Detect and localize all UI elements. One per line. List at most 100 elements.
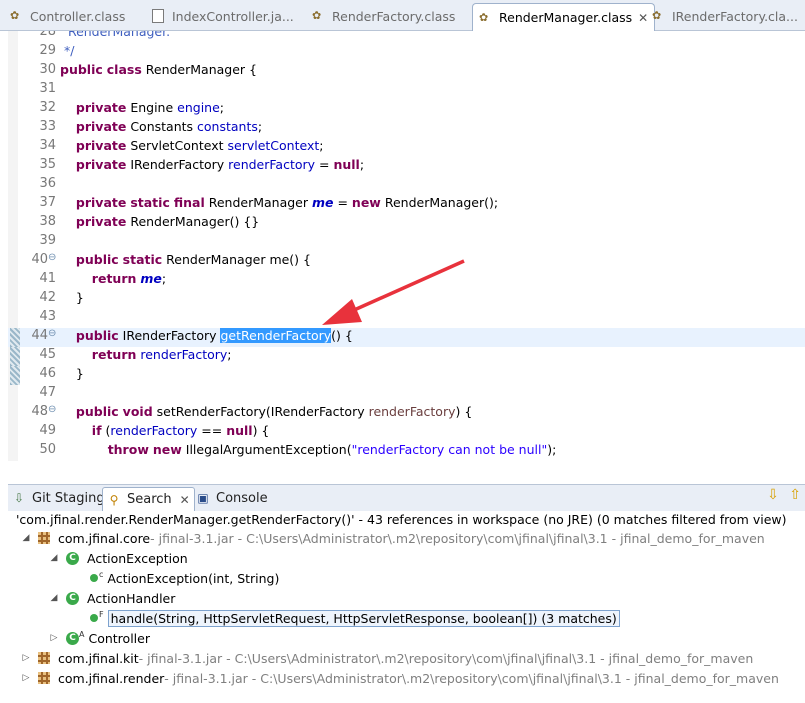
code-line[interactable]: 34 private ServletContext servletContext…	[8, 138, 805, 157]
code-line[interactable]: 48 ⊖ public void setRenderFactory(IRender…	[8, 404, 805, 423]
code-line[interactable]: 38 private RenderManager() {}	[8, 214, 805, 233]
tab-rendermanager-class[interactable]: ✿ RenderManager.class ✕	[472, 3, 656, 31]
code-line[interactable]: 41 return me;	[8, 271, 805, 290]
search-summary: 'com.jfinal.render.RenderManager.getRend…	[16, 512, 787, 527]
package-row[interactable]: ▷ com.jfinal.render - jfinal-3.1.jar - C:…	[20, 668, 779, 688]
next-match-icon[interactable]: ⇩	[767, 487, 779, 503]
tab-label: RenderFactory.class	[332, 8, 456, 24]
fold-icon[interactable]: ⊖	[48, 252, 56, 263]
line-number: 37	[39, 195, 56, 210]
code-line[interactable]: 35 private IRenderFactory renderFactory …	[8, 157, 805, 176]
line-number: 38	[39, 214, 56, 229]
line-number: 48	[31, 404, 48, 419]
line-number: 41	[39, 271, 56, 286]
line-number: 28	[39, 31, 56, 39]
line-number: 47	[39, 385, 56, 400]
class-icon: C	[66, 631, 79, 645]
editor-tab-bar: ✿ Controller.class IndexController.ja...…	[0, 0, 805, 31]
line-number: 31	[39, 81, 56, 96]
tab-console[interactable]: ▣ Console	[196, 487, 268, 509]
tab-controller-class[interactable]: ✿ Controller.class	[10, 3, 125, 29]
method-icon	[90, 614, 98, 622]
line-number: 39	[39, 233, 56, 248]
code-text: }	[60, 366, 84, 381]
tab-indexcontroller-java[interactable]: IndexController.ja...	[152, 3, 294, 29]
tree-item-label: ActionException(int, String)	[107, 570, 280, 586]
package-row[interactable]: ◢ com.jfinal.core - jfinal-3.1.jar - C:\U…	[20, 528, 765, 548]
view-tab-label: Console	[216, 490, 268, 506]
java-file-icon	[152, 9, 166, 23]
tree-item-label: ActionHandler	[87, 590, 176, 606]
class-row[interactable]: ◢ C ActionException	[48, 548, 188, 568]
modifier-marker: A	[79, 629, 85, 639]
class-file-icon: ✿	[312, 9, 322, 22]
tab-renderfactory-class[interactable]: ✿ RenderFactory.class	[312, 3, 455, 29]
console-icon: ▣	[197, 491, 209, 505]
tree-item-label: ActionException	[87, 550, 188, 566]
method-row[interactable]: c ActionException(int, String)	[90, 568, 279, 588]
code-line[interactable]: 37 private static final RenderManager me…	[8, 195, 805, 214]
package-icon	[38, 652, 50, 664]
code-line[interactable]: 42 }	[8, 290, 805, 309]
line-number: 33	[39, 119, 56, 134]
line-number: 50	[39, 442, 56, 457]
tab-irenderfactory-class[interactable]: ✿ IRenderFactory.cla...	[652, 3, 798, 29]
search-results: 'com.jfinal.render.RenderManager.getRend…	[8, 511, 805, 703]
code-line[interactable]: 40 ⊖ public static RenderManager me() {	[8, 252, 805, 271]
method-icon	[90, 574, 98, 582]
class-icon: C	[66, 591, 79, 605]
class-icon: C	[66, 551, 79, 565]
code-line[interactable]: 28 RenderManager.	[8, 31, 805, 43]
class-row[interactable]: ▷ C A Controller	[48, 628, 150, 648]
collapse-icon[interactable]: ◢	[48, 593, 60, 603]
view-tab-label: Search	[127, 492, 172, 507]
code-line[interactable]: 46 }	[8, 366, 805, 385]
close-icon[interactable]: ✕	[638, 11, 648, 25]
nav-arrows: ⇩ ⇧	[767, 487, 801, 503]
tree-item-detail: - jfinal-3.1.jar - C:\Users\Administrato…	[150, 530, 765, 546]
code-line[interactable]: 50 throw new IllegalArgumentException("r…	[8, 442, 805, 461]
code-text: public void setRenderFactory(IRenderFact…	[75, 404, 473, 419]
expand-icon[interactable]: ▷	[20, 653, 32, 663]
code-line[interactable]: 30 public class RenderManager {	[8, 62, 805, 81]
class-file-icon: ✿	[10, 9, 20, 22]
selected-method-name[interactable]: getRenderFactory	[220, 328, 332, 343]
tab-label: RenderManager.class	[499, 10, 633, 25]
fold-icon[interactable]: ⊖	[48, 404, 56, 415]
code-line[interactable]: 47	[8, 385, 805, 404]
fold-icon[interactable]: ⊖	[48, 328, 56, 339]
close-icon[interactable]: ✕	[180, 493, 190, 507]
line-number: 44	[31, 328, 48, 343]
class-file-icon: ✿	[652, 9, 662, 22]
collapse-icon[interactable]: ◢	[48, 553, 60, 563]
tab-git-staging[interactable]: ⇩ Git Staging	[12, 487, 105, 509]
code-line[interactable]: 45 return renderFactory;	[8, 347, 805, 366]
class-row[interactable]: ◢ C ActionHandler	[48, 588, 176, 608]
tab-search[interactable]: ⚲ Search ✕	[102, 487, 195, 511]
code-line[interactable]: 44 ⊖ public IRenderFactory getRenderFacto…	[8, 328, 805, 347]
code-line[interactable]: 43	[8, 309, 805, 328]
code-line[interactable]: 31	[8, 81, 805, 100]
code-line[interactable]: 49 if (renderFactory == null) {	[8, 423, 805, 442]
code-line[interactable]: 29 */	[8, 43, 805, 62]
line-number: 49	[39, 423, 56, 438]
expand-icon[interactable]: ▷	[48, 633, 60, 643]
code-line[interactable]: 33 private Constants constants;	[8, 119, 805, 138]
code-text: private IRenderFactory renderFactory = n…	[75, 157, 365, 172]
code-line[interactable]: 32 private Engine engine;	[8, 100, 805, 119]
line-number: 35	[39, 157, 56, 172]
previous-match-icon[interactable]: ⇧	[789, 487, 801, 503]
package-row[interactable]: ▷ com.jfinal.kit - jfinal-3.1.jar - C:\Us…	[20, 648, 754, 668]
collapse-icon[interactable]: ◢	[20, 533, 32, 543]
line-number: 30	[39, 62, 56, 77]
class-file-icon: ✿	[479, 10, 489, 24]
method-row[interactable]: Fhandle(String, HttpServletRequest, Http…	[90, 608, 620, 628]
tab-label: IRenderFactory.cla...	[672, 8, 798, 24]
code-text: public class RenderManager {	[60, 62, 257, 77]
code-line[interactable]: 39	[8, 233, 805, 252]
search-icon: ⚲	[109, 492, 119, 507]
code-editor[interactable]: 28 RenderManager. 29 */30 public class Ren…	[8, 31, 805, 461]
expand-icon[interactable]: ▷	[20, 673, 32, 683]
code-line[interactable]: 36	[8, 176, 805, 195]
tree-item-label: com.jfinal.render	[58, 670, 165, 686]
